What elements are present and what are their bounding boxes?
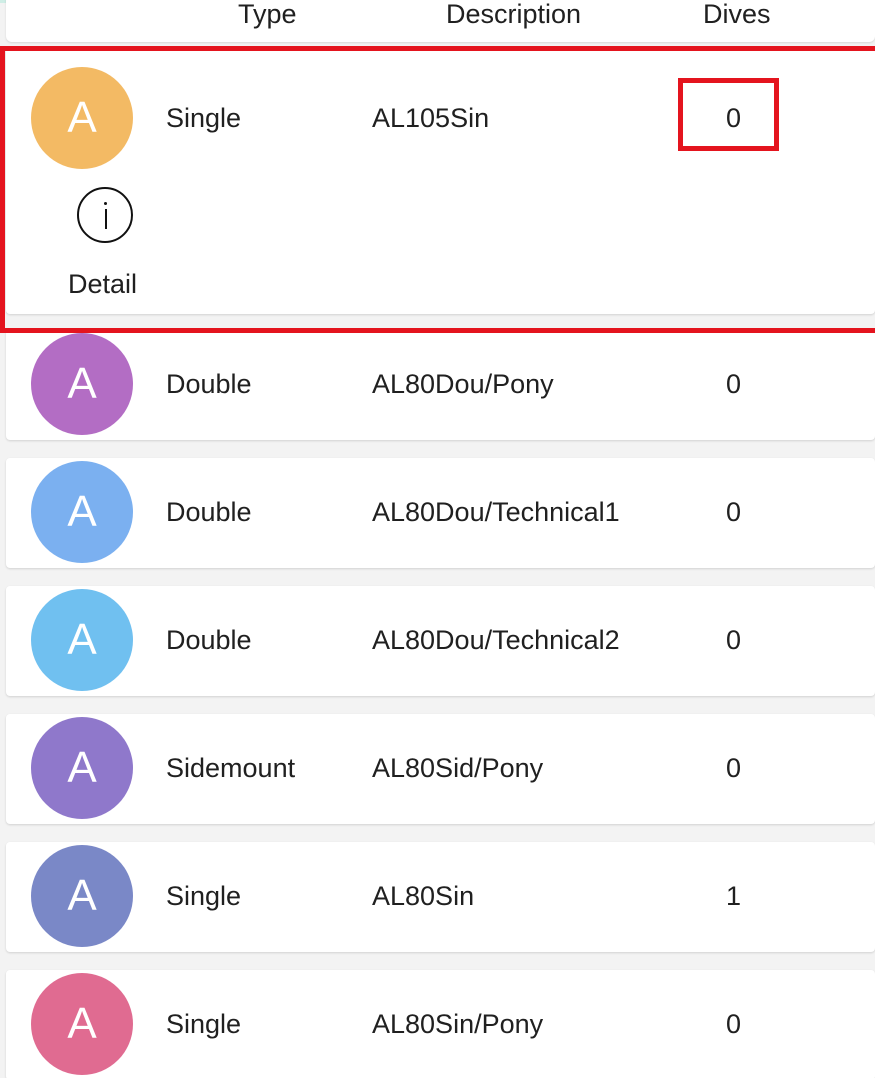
column-header: Type Description Dives	[6, 0, 875, 42]
tank-type: Double	[166, 497, 252, 527]
tank-avatar: A	[31, 717, 133, 819]
tank-dives-count: 0	[726, 753, 742, 783]
tank-row-al80dou-pony[interactable]: A Double AL80Dou/Pony 0	[6, 330, 875, 440]
tank-description: AL80Dou/Technical2	[372, 625, 620, 655]
detail-button-label[interactable]: Detail	[68, 268, 137, 300]
tank-avatar: A	[31, 67, 133, 169]
tank-type: Single	[166, 881, 242, 911]
tank-avatar: A	[31, 589, 133, 691]
tank-description: AL80Dou/Pony	[372, 369, 554, 399]
tank-list-screen: Type Description Dives A Single AL105Sin…	[0, 0, 875, 1078]
tank-dives-count: 0	[726, 369, 742, 399]
tank-description: AL80Sid/Pony	[372, 753, 544, 783]
tank-dives-count: 0	[726, 103, 742, 133]
tank-description: AL105Sin	[372, 103, 490, 133]
tank-type: Single	[166, 1009, 242, 1039]
type-column-header[interactable]: Type	[238, 0, 297, 30]
tank-type: Sidemount	[166, 753, 296, 783]
tank-description: AL80Dou/Technical1	[372, 497, 620, 527]
tank-avatar: A	[31, 973, 133, 1075]
tank-dives-count: 1	[726, 881, 742, 911]
tank-row-al105sin[interactable]: A Single AL105Sin 0 Detail	[6, 48, 875, 314]
tank-avatar: A	[31, 461, 133, 563]
dives-column-header[interactable]: Dives	[703, 0, 771, 30]
tank-dives-count: 0	[726, 625, 742, 655]
tank-description: AL80Sin/Pony	[372, 1009, 544, 1039]
tank-avatar: A	[31, 845, 133, 947]
tank-type: Single	[166, 103, 242, 133]
tank-dives-count: 0	[726, 497, 742, 527]
info-icon[interactable]	[77, 187, 133, 243]
tank-type: Double	[166, 625, 252, 655]
tank-description: AL80Sin	[372, 881, 475, 911]
tank-avatar: A	[31, 333, 133, 435]
tank-type: Double	[166, 369, 252, 399]
tank-row-al80dou-technical1[interactable]: A Double AL80Dou/Technical1 0	[6, 458, 875, 568]
tank-row-al80dou-technical2[interactable]: A Double AL80Dou/Technical2 0	[6, 586, 875, 696]
tank-row-al80sin-pony[interactable]: A Single AL80Sin/Pony 0	[6, 970, 875, 1078]
tank-dives-count: 0	[726, 1009, 742, 1039]
description-column-header[interactable]: Description	[446, 0, 581, 30]
tank-row-al80sin[interactable]: A Single AL80Sin 1	[6, 842, 875, 952]
tank-row-al80sid-pony[interactable]: A Sidemount AL80Sid/Pony 0	[6, 714, 875, 824]
